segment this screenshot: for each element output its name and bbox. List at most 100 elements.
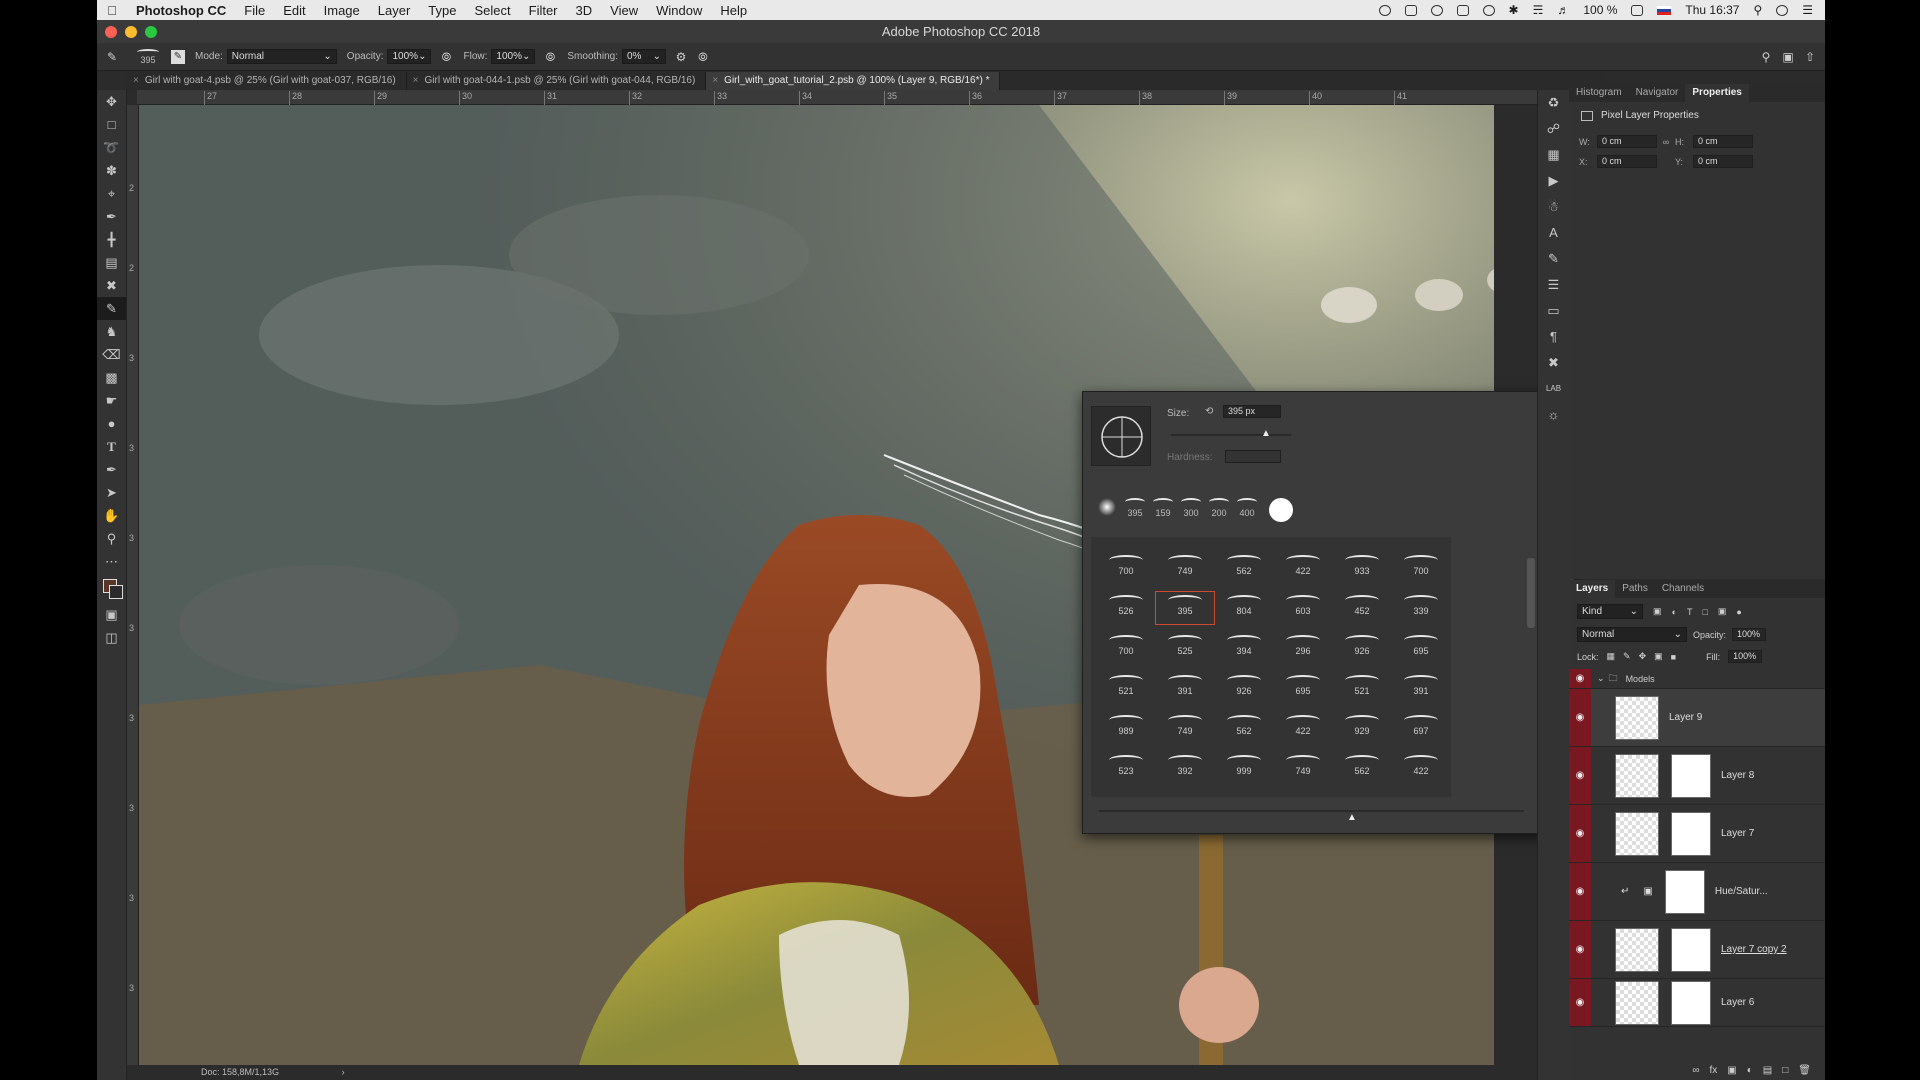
- brush-preset[interactable]: 562: [1215, 712, 1273, 744]
- recent-brush[interactable]: 159: [1149, 498, 1177, 518]
- battery-icon[interactable]: [1631, 4, 1644, 16]
- new-layer-icon[interactable]: □: [1782, 1065, 1788, 1076]
- recent-brush[interactable]: 395: [1121, 498, 1149, 518]
- battery-text[interactable]: 100 %: [1583, 3, 1617, 17]
- sliders-icon[interactable]: ☰: [1538, 272, 1569, 298]
- fill-field[interactable]: 100%: [1728, 650, 1763, 663]
- lab-icon[interactable]: LAB: [1538, 376, 1569, 402]
- lock-transparent-icon[interactable]: ▦: [1607, 651, 1616, 662]
- apple-icon[interactable]: : [97, 3, 127, 18]
- brush-preset[interactable]: 422: [1274, 712, 1332, 744]
- menu-view[interactable]: View: [601, 3, 647, 18]
- paragraph-icon[interactable]: ¶: [1538, 324, 1569, 350]
- brush-tool-icon[interactable]: ✎: [97, 297, 126, 320]
- layer-group[interactable]: ◉ ⌄ 🗀 Models: [1569, 669, 1825, 689]
- eye-icon[interactable]: ◉: [1569, 669, 1591, 688]
- menu-type[interactable]: Type: [419, 3, 465, 18]
- screen-mode-icon[interactable]: ◫: [97, 626, 126, 649]
- size-slider-thumb[interactable]: ▲: [1261, 428, 1271, 439]
- brush-tool-icon[interactable]: ✎: [105, 50, 119, 64]
- eye-icon[interactable]: ◉: [1569, 805, 1591, 862]
- tools-icon[interactable]: ✖: [1538, 350, 1569, 376]
- doc-tab[interactable]: × Girl with goat-4.psb @ 25% (Girl with g…: [127, 72, 407, 90]
- brush-preset[interactable]: 700: [1097, 632, 1155, 664]
- actions-icon[interactable]: ▶: [1538, 168, 1569, 194]
- brush-preset[interactable]: 523: [1097, 752, 1155, 784]
- brush-preset[interactable]: 394: [1215, 632, 1273, 664]
- brush-grid-scrollbar[interactable]: [1527, 558, 1535, 628]
- layer-row[interactable]: ◉ Layer 6: [1569, 979, 1825, 1027]
- pressure-size-icon[interactable]: ⦾: [696, 50, 710, 64]
- menu-layer[interactable]: Layer: [369, 3, 420, 18]
- tab-channels[interactable]: Channels: [1655, 580, 1711, 598]
- menu-file[interactable]: File: [235, 3, 274, 18]
- flow-select[interactable]: 100% ⌄: [491, 49, 536, 64]
- eye-icon[interactable]: ◉: [1569, 979, 1591, 1026]
- close-icon[interactable]: ×: [133, 75, 139, 86]
- pen-tool-icon[interactable]: ✒: [97, 458, 126, 481]
- brush-preset[interactable]: 695: [1274, 672, 1332, 704]
- layer-opacity-field[interactable]: 100%: [1732, 628, 1767, 641]
- x-field[interactable]: 0 cm: [1597, 155, 1657, 168]
- trash-icon[interactable]: 🗑: [1798, 1065, 1811, 1076]
- brush-preset[interactable]: 929: [1333, 712, 1391, 744]
- tab-layers[interactable]: Layers: [1569, 580, 1616, 598]
- chevron-right-icon[interactable]: ›: [342, 1067, 345, 1077]
- airbrush-icon[interactable]: ⦾: [543, 50, 557, 64]
- eye-icon[interactable]: ◉: [1569, 689, 1591, 746]
- eye-icon[interactable]: ◉: [1569, 921, 1591, 978]
- brush-preset[interactable]: 452: [1333, 592, 1391, 624]
- recent-brush[interactable]: 400: [1233, 498, 1261, 518]
- menu-image[interactable]: Image: [315, 3, 369, 18]
- lock-paint-icon[interactable]: ✎: [1623, 651, 1631, 662]
- layer-row[interactable]: ◉ Layer 8: [1569, 747, 1825, 805]
- path-select-tool-icon[interactable]: ➤: [97, 481, 126, 504]
- record-icon[interactable]: [1378, 4, 1391, 16]
- close-icon[interactable]: ×: [413, 75, 419, 86]
- link-layers-icon[interactable]: ∞: [1692, 1065, 1699, 1076]
- volume-icon[interactable]: ♬: [1557, 3, 1569, 17]
- brush-preset-picker[interactable]: 395: [133, 48, 163, 65]
- eraser-tool-icon[interactable]: ⌫: [97, 343, 126, 366]
- dropbox-icon[interactable]: [1404, 4, 1417, 16]
- zoom-window-button[interactable]: [145, 26, 157, 38]
- tab-navigator[interactable]: Navigator: [1629, 84, 1686, 102]
- close-icon[interactable]: ×: [712, 75, 718, 86]
- menu-select[interactable]: Select: [465, 3, 519, 18]
- tab-paths[interactable]: Paths: [1615, 580, 1655, 598]
- opacity-select[interactable]: 100% ⌄: [387, 49, 432, 64]
- smoothing-select[interactable]: 0% ⌄: [621, 49, 666, 64]
- y-field[interactable]: 0 cm: [1693, 155, 1753, 168]
- lightbulb-icon[interactable]: ☼: [1538, 402, 1569, 428]
- doc-size[interactable]: Doc: 158,8M/1,13G: [201, 1067, 279, 1077]
- brush-preset[interactable]: 392: [1156, 752, 1214, 784]
- dodge-tool-icon[interactable]: ●: [97, 412, 126, 435]
- smudge-tool-icon[interactable]: ☛: [97, 389, 126, 412]
- close-window-button[interactable]: [105, 26, 117, 38]
- 3d-icon[interactable]: ☍: [1538, 116, 1569, 142]
- preview-slider[interactable]: [1099, 810, 1524, 812]
- menu-help[interactable]: Help: [711, 3, 756, 18]
- brush-preset[interactable]: 562: [1333, 752, 1391, 784]
- width-field[interactable]: 0 cm: [1597, 135, 1657, 148]
- brush-preset[interactable]: 521: [1333, 672, 1391, 704]
- height-field[interactable]: 0 cm: [1693, 135, 1753, 148]
- flag-icon[interactable]: [1657, 5, 1672, 15]
- time-machine-icon[interactable]: [1482, 4, 1495, 16]
- brush-preset[interactable]: 339: [1392, 592, 1450, 624]
- more-tools-icon[interactable]: ⋯: [97, 550, 126, 573]
- tab-histogram[interactable]: Histogram: [1569, 84, 1629, 102]
- brush-preset[interactable]: 391: [1156, 672, 1214, 704]
- brush-preset[interactable]: 926: [1333, 632, 1391, 664]
- gear-icon[interactable]: ⚙: [674, 50, 688, 64]
- lock-artboard-icon[interactable]: ▣: [1654, 651, 1663, 662]
- brush-preset[interactable]: 422: [1392, 752, 1450, 784]
- cube-icon[interactable]: ▭: [1538, 298, 1569, 324]
- kind-select[interactable]: Kind ⌄: [1577, 604, 1643, 619]
- share-icon[interactable]: ⇧: [1803, 50, 1817, 64]
- brush-preset[interactable]: 695: [1392, 632, 1450, 664]
- tab-properties[interactable]: Properties: [1685, 84, 1749, 102]
- lock-position-icon[interactable]: ✥: [1639, 651, 1647, 662]
- link-icon[interactable]: ∞: [1657, 137, 1675, 147]
- brush-preset[interactable]: 603: [1274, 592, 1332, 624]
